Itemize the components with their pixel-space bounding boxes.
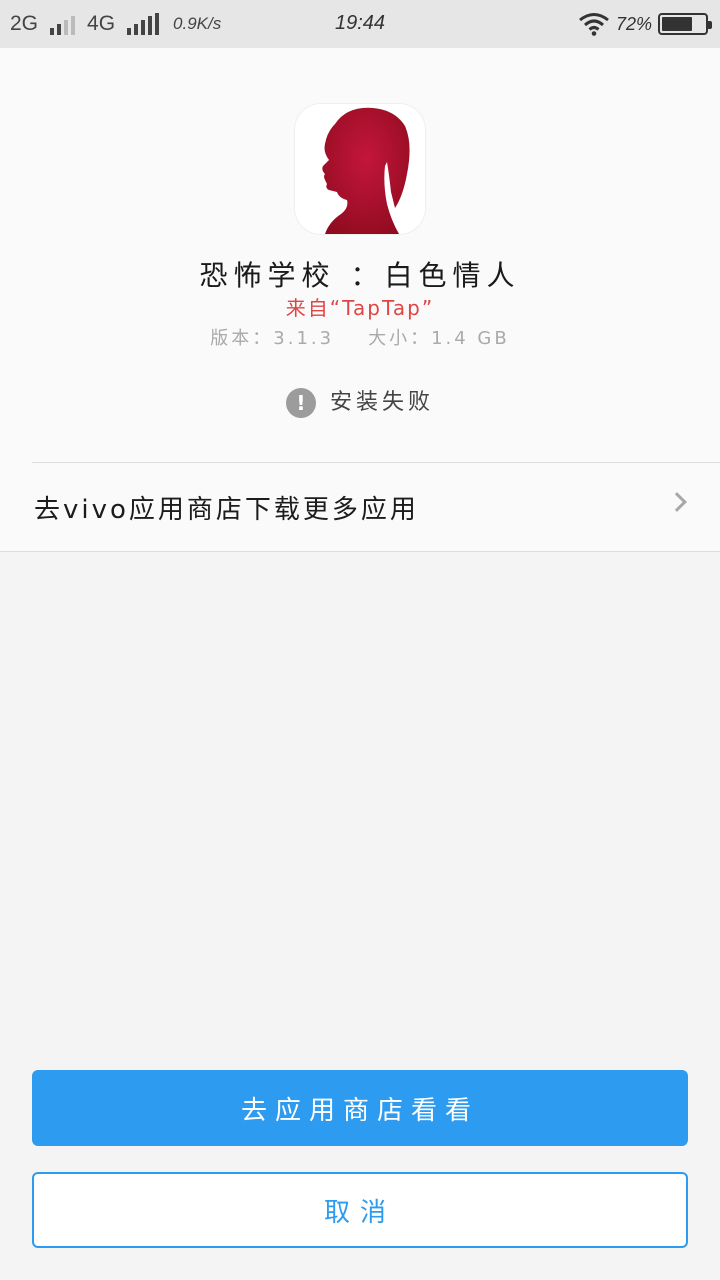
app-icon (295, 104, 425, 234)
alert-icon: ! (285, 388, 316, 418)
install-status: ! 安装失败 (0, 382, 720, 418)
app-name: 恐怖学校 ：白色情人 (199, 259, 521, 292)
app-meta: 版本：3.1.3 大小：1.4 GB (0, 324, 720, 350)
app-source: 来自“TapTap” (285, 296, 435, 320)
network-type-1: 2G (10, 12, 39, 35)
cancel-button[interactable]: 取消 (32, 1172, 688, 1248)
vivo-store-link-label: 去vivo应用商店下载更多应用 (34, 494, 419, 525)
app-info-card: 恐怖学校 ：白色情人 来自“TapTap” 版本：3.1.3 大小：1.4 GB … (0, 48, 720, 552)
network-speed: 0.9K/s (173, 14, 222, 33)
signal-icon (127, 13, 160, 35)
status-bar: 2G 4G 0.9K/s 19:44 72% (0, 0, 720, 48)
install-status-text: 安装失败 (329, 390, 434, 415)
signal-icon (50, 13, 76, 35)
battery-percent: 72% (615, 13, 652, 34)
network-type-2: 4G (87, 12, 116, 35)
battery-level (662, 17, 693, 31)
app-size: 大小：1.4 GB (368, 328, 510, 349)
app-icon-silhouette (295, 104, 425, 234)
wifi-icon (579, 13, 609, 36)
battery-icon (658, 13, 712, 35)
vivo-store-link[interactable]: 去vivo应用商店下载更多应用 (0, 463, 720, 551)
go-to-store-button[interactable]: 去应用商店看看 (32, 1070, 688, 1146)
app-version: 版本：3.1.3 (210, 328, 335, 349)
chevron-right-icon (667, 492, 687, 512)
status-right: 72% (578, 0, 712, 48)
status-left: 2G 4G 0.9K/s (10, 0, 221, 48)
